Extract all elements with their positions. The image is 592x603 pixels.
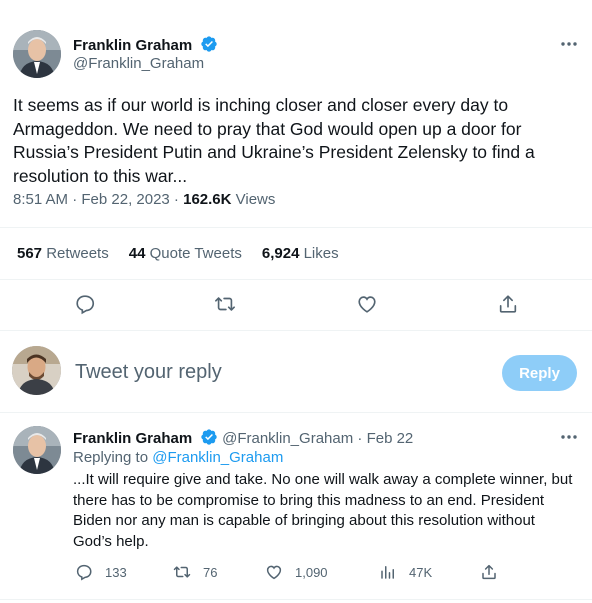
- views-icon: [381, 566, 394, 579]
- retweets-stat[interactable]: 567 Retweets: [17, 245, 109, 262]
- likes-stat[interactable]: 6,924 Likes: [262, 245, 339, 262]
- more-icon[interactable]: [559, 34, 579, 54]
- reply-icon: [76, 564, 92, 581]
- tweet-meta: 8:51 AM · Feb 22, 2023 · 162.6K Views: [13, 191, 275, 208]
- more-icon[interactable]: [559, 427, 579, 447]
- reply-button[interactable]: Reply: [502, 355, 577, 391]
- replying-to-link[interactable]: @Franklin_Graham: [152, 449, 283, 466]
- quote-tweets-stat[interactable]: 44 Quote Tweets: [129, 245, 242, 262]
- tweet-stats: 567 Retweets 44 Quote Tweets 6,924 Likes: [17, 245, 359, 262]
- reply-tweet-text: ...It will require give and take. No one…: [73, 471, 573, 550]
- author-name[interactable]: Franklin Graham: [73, 37, 192, 54]
- verified-badge-icon: [200, 429, 217, 445]
- author-avatar[interactable]: [13, 426, 61, 474]
- replying-to: Replying to @Franklin_Graham: [73, 449, 283, 466]
- reply-action[interactable]: 133: [75, 563, 127, 581]
- retweet-icon: [173, 566, 191, 578]
- like-action[interactable]: 1,090: [265, 563, 328, 581]
- tweet-text: It seems as if our world is inching clos…: [13, 95, 535, 186]
- tweet-timestamp[interactable]: 8:51 AM · Feb 22, 2023 ·: [13, 191, 183, 208]
- author-avatar[interactable]: [13, 30, 61, 78]
- reply-count: 133: [105, 564, 127, 580]
- share-icon[interactable]: [497, 293, 519, 315]
- views-action[interactable]: 47K: [379, 563, 432, 581]
- separator-dot: ·: [353, 430, 367, 447]
- author-handle[interactable]: @Franklin_Graham: [222, 430, 353, 447]
- views-label: Views: [231, 191, 276, 208]
- views-count: 162.6K: [183, 191, 232, 208]
- divider: [0, 599, 592, 600]
- author-name[interactable]: Franklin Graham: [73, 430, 192, 447]
- divider: [0, 412, 592, 413]
- tweet-date[interactable]: Feb 22: [367, 430, 414, 447]
- divider: [0, 330, 592, 331]
- views-count: 47K: [409, 564, 433, 580]
- replying-prefix: Replying to: [73, 449, 153, 466]
- divider: [0, 279, 592, 280]
- verified-badge-icon: [200, 36, 217, 52]
- current-user-avatar[interactable]: [12, 346, 61, 395]
- retweet-count: 76: [203, 564, 218, 580]
- reply-icon[interactable]: [74, 293, 96, 315]
- like-count: 1,090: [295, 564, 328, 580]
- retweet-icon[interactable]: [214, 293, 236, 315]
- reply-input[interactable]: Tweet your reply: [75, 361, 222, 384]
- like-icon: [266, 565, 282, 580]
- retweet-action[interactable]: 76: [173, 563, 217, 581]
- share-icon: [482, 564, 496, 580]
- divider: [0, 227, 592, 228]
- share-action[interactable]: [480, 563, 510, 581]
- author-handle[interactable]: @Franklin_Graham: [73, 55, 204, 72]
- like-icon[interactable]: [356, 293, 378, 315]
